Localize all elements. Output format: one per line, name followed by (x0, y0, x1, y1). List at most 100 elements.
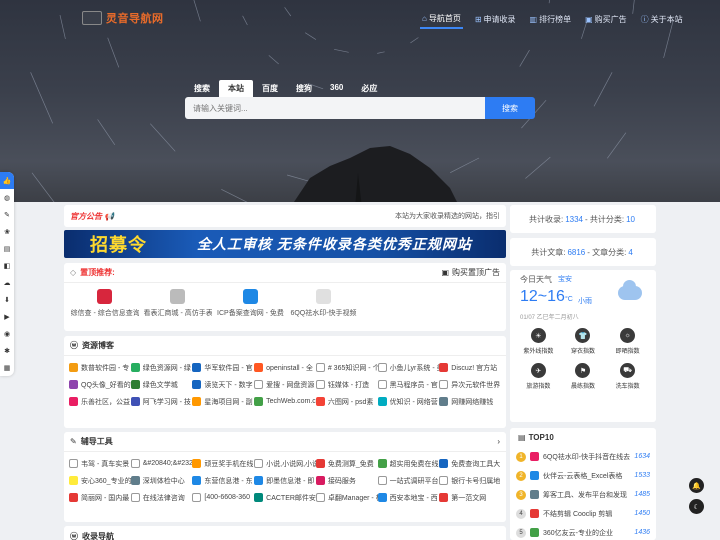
top-recommend-item[interactable]: 看表汇商城 - 高仿手表 (141, 289, 214, 318)
bell-icon[interactable]: 🔔 (689, 478, 704, 493)
site-icon (97, 289, 112, 304)
search-button[interactable]: 搜索 (485, 97, 535, 119)
video-icon[interactable]: ▶ (0, 308, 14, 325)
weather-index[interactable]: ☼ 即晒指数 (605, 328, 650, 355)
site-link[interactable]: 深圳体检中心 (130, 472, 193, 489)
site-link[interactable]: 网赚网络赚钱 (439, 393, 501, 410)
notice-message[interactable]: 本站为大家收录精选的网站，指引 (395, 211, 500, 221)
site-link[interactable]: 读览天下 - 数字 (192, 376, 254, 393)
paw-icon[interactable]: ❀ (0, 223, 14, 240)
site-link[interactable]: Discuz! 官方站 (439, 359, 501, 376)
site-link[interactable]: 银行卡号归属地 (439, 472, 501, 489)
download-icon[interactable]: ⬇ (0, 291, 14, 308)
chart-icon[interactable]: ▤ (0, 240, 14, 257)
site-link[interactable]: 星海项目网 - 副 (192, 393, 254, 410)
tools-more[interactable]: › (497, 437, 500, 446)
weather-index[interactable]: ✈ 旅游指数 (516, 363, 561, 390)
site-link[interactable]: 免费测算_免费 (315, 455, 378, 472)
site-link[interactable]: 阿飞学习网 - 技 (130, 393, 193, 410)
site-link[interactable]: 爱搜 - 网盘资源 (254, 376, 316, 393)
site-link[interactable]: 绿色文学城 (130, 376, 193, 393)
nav-ads[interactable]: ▣ 购买广告 (583, 9, 629, 29)
site-link[interactable]: 第一范文网 (439, 489, 501, 506)
site-link[interactable]: 东营信息港 - 东 (192, 472, 254, 489)
site-link[interactable]: &#20840;&#23233; (130, 455, 192, 472)
top10-row[interactable]: 4 不结剪辑 Cooclip 剪辑 1450 (510, 504, 656, 523)
weather-city[interactable]: 宝安 (558, 274, 572, 285)
site-name: 接码服务 (327, 477, 356, 485)
site-link[interactable]: TechWeb.com.cn (254, 393, 316, 410)
site-link[interactable]: QQ头像_好看的 (69, 376, 131, 393)
site-link[interactable]: 顽豆奖手机在线 (192, 455, 254, 472)
site-link[interactable]: 小说,小说网,小说 (254, 455, 316, 472)
tab-360[interactable]: 360 (321, 80, 352, 97)
site-link[interactable]: 接码服务 (315, 472, 378, 489)
nav-home[interactable]: ⌂ 导航首页 (420, 9, 463, 29)
bus-icon[interactable]: ▦ (0, 359, 14, 376)
moon-icon[interactable]: ☾ (689, 499, 704, 514)
layers-icon[interactable]: ◧ (0, 257, 14, 274)
site-link[interactable]: 在线法律咨询 (130, 489, 193, 506)
site-icon (439, 476, 449, 485)
weather-index[interactable]: ⚑ 晨练指数 (561, 363, 606, 390)
site-logo[interactable]: 灵音导航网 (82, 10, 164, 26)
site-link[interactable]: 优知识 - 网络营 (377, 393, 440, 410)
target-icon[interactable]: ◉ (0, 325, 14, 342)
weather-index[interactable]: ⛟ 洗车指数 (605, 363, 650, 390)
site-link[interactable]: 韦驾 - 真车实景 (69, 455, 131, 472)
site-link[interactable]: 黑马程序员 - 官 (377, 376, 440, 393)
tab-bing[interactable]: 必应 (352, 80, 386, 97)
tab-search[interactable]: 搜索 (185, 80, 219, 97)
site-link[interactable]: 简丽网 - 国内最 (69, 489, 131, 506)
star-trail (519, 49, 530, 67)
cloud-icon[interactable]: ☁ (0, 274, 14, 291)
site-link[interactable]: 乐善社区，公益 (69, 393, 131, 410)
globe-icon[interactable]: ◍ (0, 189, 14, 206)
top-recommend-item[interactable]: ICP备案查询网 - 免费 (214, 289, 287, 318)
site-name: 钰媒体 - 打造 (327, 381, 370, 389)
ad-banner[interactable]: 招募令 全人工审核 无条件收录各类优秀正规网站 (64, 230, 506, 258)
site-link[interactable]: 一站式调研平台 (377, 472, 440, 489)
hammer-icon[interactable]: ✎ (0, 206, 14, 223)
tab-baidu[interactable]: 百度 (253, 80, 287, 97)
top10-row[interactable]: 2 伙伴云-云表格_Excel表格 1533 (510, 466, 656, 485)
site-link[interactable]: 钰媒体 - 打造 (315, 376, 378, 393)
home-icon: ⌂ (422, 13, 427, 23)
buy-top-link[interactable]: ▣ 购买置顶广告 (441, 267, 500, 278)
site-link[interactable]: 卓翻Manager - 极 (315, 489, 378, 506)
site-link[interactable]: openinstall - 全 (254, 359, 316, 376)
thumb-up-icon[interactable]: 👍 (0, 172, 14, 189)
site-link[interactable]: 超实用免费在线 (377, 455, 440, 472)
top10-row[interactable]: 5 360亿友云-专业的企业 1436 (510, 523, 656, 540)
weather-index-icon: ⛟ (620, 363, 636, 378)
site-link[interactable]: 西安本地宝 - 西 (377, 489, 440, 506)
tab-sogou[interactable]: 搜狗 (287, 80, 321, 97)
search-input[interactable] (185, 97, 485, 119)
site-name: 银行卡号归属地 (451, 477, 501, 485)
site-link[interactable]: 安心360_专业的 (69, 472, 131, 489)
nav-about[interactable]: ⓘ 关于本站 (639, 9, 685, 29)
plus-icon: ⊞ (474, 14, 482, 24)
site-link[interactable]: 华军软件园 - 官 (192, 359, 254, 376)
site-link[interactable]: 六图网 - psd素 (315, 393, 378, 410)
site-link[interactable]: [400-6608-360 (192, 489, 254, 506)
top-recommend-item[interactable]: 6QQ祛水印-快手视频 (287, 289, 360, 318)
site-link[interactable]: 绿色资源网 - 绿 (130, 359, 193, 376)
top10-row[interactable]: 3 筹客工具、发布平台和发现 1485 (510, 485, 656, 504)
site-link[interactable]: 数普软件园 - 专 (69, 359, 131, 376)
weather-index[interactable]: 👕 穿衣指数 (561, 328, 606, 355)
site-link[interactable]: 即墨信息港 - 即 (254, 472, 316, 489)
tab-site[interactable]: 本站 (219, 80, 253, 97)
nav-apply[interactable]: ⊞ 申请收录 (473, 9, 518, 29)
atom-icon[interactable]: ✱ (0, 342, 14, 359)
weather-index[interactable]: ☀ 紫外线指数 (516, 328, 561, 355)
site-link[interactable]: CACTER邮件安全 (254, 489, 316, 506)
site-link[interactable]: # 365知识网 - 个 (315, 359, 378, 376)
site-name: 即墨信息港 - 即 (266, 477, 315, 485)
top-recommend-item[interactable]: 综信查 - 综合信息查询 (68, 289, 141, 318)
nav-ranking[interactable]: ▥ 排行榜单 (528, 9, 574, 29)
site-link[interactable]: 免费查询工具大 (439, 455, 501, 472)
top10-row[interactable]: 1 6QQ祛水印-快手抖音在线去水印1634 (510, 447, 656, 466)
site-link[interactable]: 小鱼儿yr系统 - 美 (377, 359, 439, 376)
site-link[interactable]: 异次元软件世界 (439, 376, 501, 393)
